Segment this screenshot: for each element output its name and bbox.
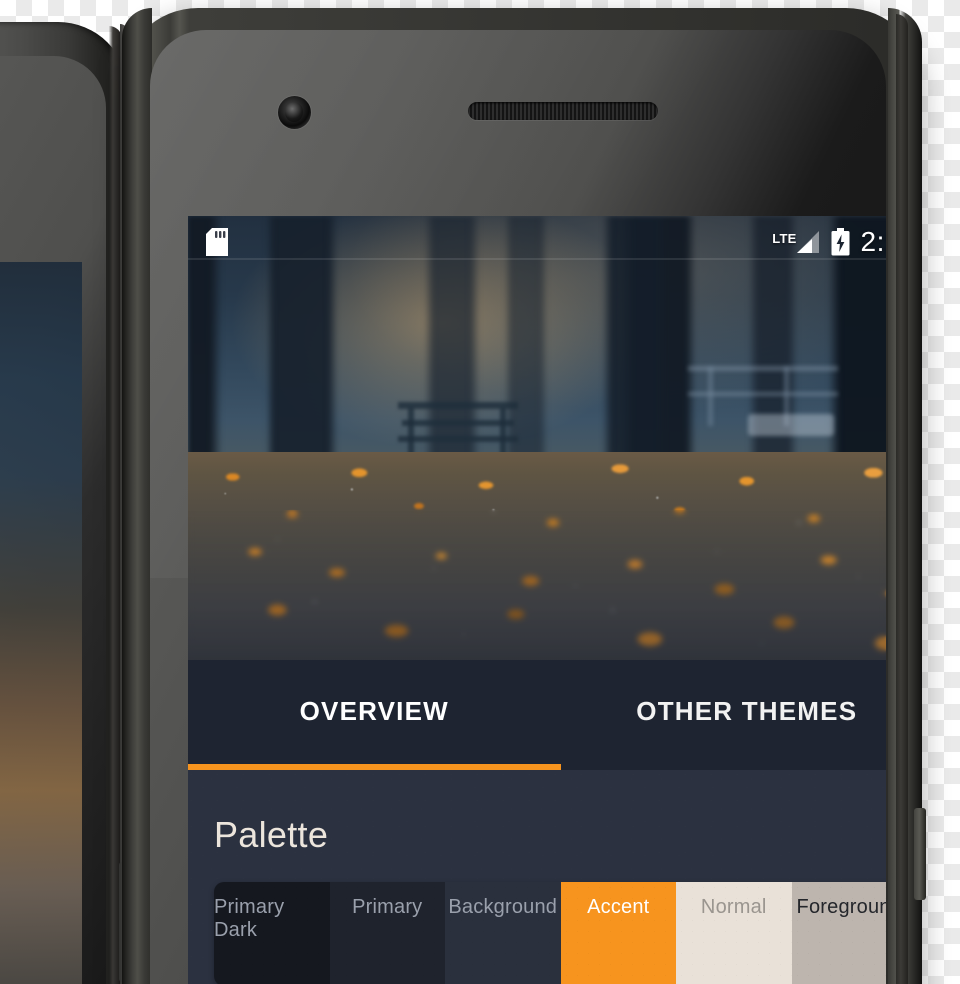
palette-swatch-background[interactable]: Background: [445, 882, 561, 984]
wallpaper-ground: [188, 452, 886, 660]
theme-preview-wallpaper[interactable]: LTE 2:16: [188, 216, 886, 660]
sd-card-icon: [206, 228, 228, 256]
palette-swatch-label: Primary Dark: [214, 896, 285, 941]
palette-swatch-label: Foreground: [796, 896, 886, 918]
page-title: Palette: [214, 814, 329, 855]
palette-swatch-label: Normal: [700, 896, 767, 918]
palette-swatch-accent[interactable]: Accent: [560, 882, 676, 984]
palette-swatch-foreground[interactable]: Foreground: [791, 882, 886, 984]
tab-overview[interactable]: OVERVIEW: [188, 660, 561, 770]
phone-screen: LTE 2:16: [188, 216, 886, 984]
status-bar: LTE 2:16: [188, 216, 886, 268]
palette-swatch-strip: Primary Dark Primary Background Accent Norma…: [214, 882, 886, 984]
phone-front-glass: LTE 2:16: [150, 30, 886, 984]
status-bar-clock: 2:16: [860, 226, 887, 257]
palette-swatch-label: Background: [448, 896, 558, 918]
network-signal-group: LTE: [772, 230, 819, 254]
secondary-phone-device: [0, 22, 131, 984]
wallpaper-foreground-blur: [188, 510, 886, 660]
secondary-phone-glass: [0, 56, 106, 984]
camera-lens: [285, 102, 303, 122]
tab-other-themes[interactable]: OTHER THEMES: [561, 660, 887, 770]
earpiece-speaker-grille: [468, 102, 658, 120]
status-bar-right-group: LTE 2:16: [772, 228, 886, 256]
palette-swatch-label: Accent: [587, 896, 650, 918]
signal-bars-icon: [796, 231, 819, 253]
palette-swatch-primary-dark[interactable]: Primary Dark: [214, 882, 330, 984]
palette-swatch-label: Primary: [352, 896, 423, 918]
overview-content: Palette Primary Dark Primary Background Acc…: [188, 770, 886, 984]
front-camera-icon: [278, 96, 311, 129]
wallpaper-background-railing: [688, 366, 838, 456]
battery-charging-icon: [831, 228, 849, 256]
palette-swatch-normal[interactable]: Normal: [676, 882, 792, 984]
phone-left-rail: [122, 8, 152, 984]
tab-bar: OVERVIEW OTHER THEMES: [188, 660, 886, 770]
palette-swatch-primary[interactable]: Primary: [329, 882, 445, 984]
wallpaper-park-bench: [398, 396, 518, 458]
screenshot-canvas: LTE 2:16: [0, 0, 960, 984]
secondary-phone-screen-peek: [0, 262, 82, 984]
power-button[interactable]: [914, 808, 926, 900]
phone-device: LTE 2:16: [122, 8, 926, 984]
phone-right-rail-inner: [896, 14, 908, 984]
